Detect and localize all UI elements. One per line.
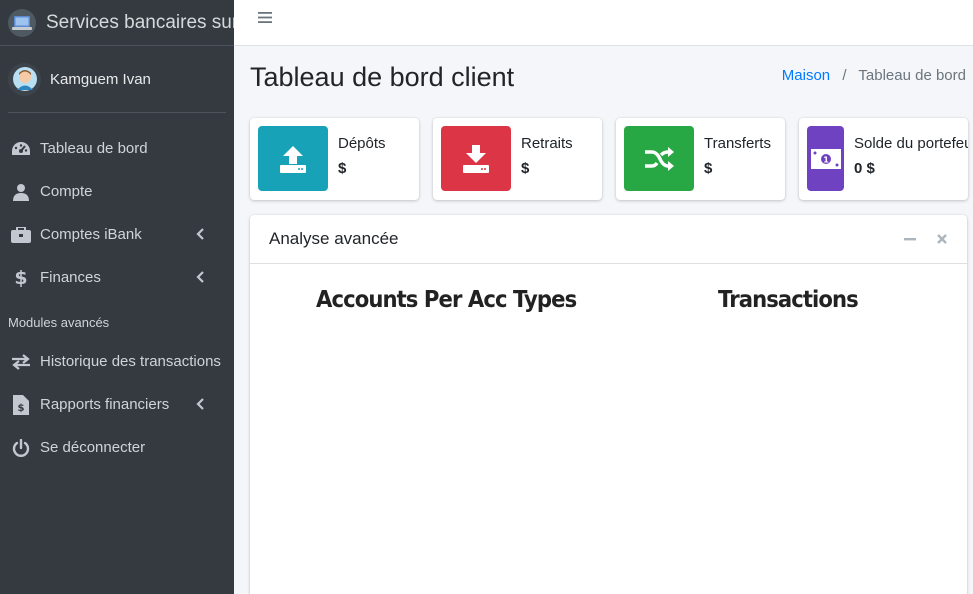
info-box-transfers[interactable]: Transferts $ [616, 118, 785, 200]
info-box-label: Dépôts [338, 135, 386, 152]
sidebar-item-finances[interactable]: $ Finances [0, 256, 234, 299]
top-navbar [234, 0, 973, 46]
info-box-value: $ [704, 160, 713, 177]
briefcase-icon [10, 224, 32, 246]
sidebar-item-label: Rapports financiers [40, 396, 170, 413]
user-icon [10, 181, 32, 203]
sidebar-item-transaction-history[interactable]: Historique des transactions [0, 340, 234, 383]
sidebar-item-label: Compte [40, 183, 93, 200]
user-avatar-icon [12, 67, 37, 91]
advanced-analysis-card: Analyse avancée Accounts Per Acc Types T… [250, 215, 967, 594]
menu-toggle-icon[interactable] [258, 11, 272, 29]
info-box-deposits[interactable]: Dépôts $ [250, 118, 419, 200]
collapse-icon[interactable] [903, 232, 917, 250]
user-panel[interactable]: Kamguem Ivan [8, 46, 226, 113]
dollar-icon: $ [14, 266, 28, 289]
breadcrumb-current: Tableau de bord [858, 67, 966, 84]
info-box-value: $ [338, 160, 347, 177]
chevron-left-icon[interactable] [196, 270, 204, 287]
exchange-icon [10, 351, 32, 373]
sidebar-item-dashboard[interactable]: Tableau de bord [0, 127, 234, 170]
tachometer-icon [10, 138, 32, 160]
avatar [8, 62, 41, 96]
breadcrumb-home-link[interactable]: Maison [782, 67, 830, 84]
sidebar-section-header: Modules avancés [8, 315, 110, 330]
sidebar-item-ibank-accounts[interactable]: Comptes iBank [0, 213, 234, 256]
money-bill-icon: 1 [807, 126, 844, 191]
brand-title: Services bancaires sur I [46, 11, 234, 33]
sidebar-item-label: Finances [40, 269, 101, 286]
info-box-value: 0 $ [854, 160, 875, 177]
svg-text:1: 1 [823, 155, 829, 164]
chart-title-accounts-per-type: Accounts Per Acc Types [316, 287, 577, 313]
sidebar-item-account[interactable]: Compte [0, 170, 234, 213]
info-box-wallet-balance[interactable]: 1 Solde du portefeuille 0 $ [799, 118, 968, 200]
card-title: Analyse avancée [269, 229, 399, 248]
breadcrumb: Maison / Tableau de bord [782, 67, 966, 84]
info-box-value: $ [521, 160, 530, 177]
sidebar-item-label: Historique des transactions [40, 353, 221, 370]
file-invoice-dollar-icon: $ [10, 394, 32, 416]
info-box-withdrawals[interactable]: Retraits $ [433, 118, 602, 200]
sidebar-nav: Tableau de bord Compte Comptes iBank $ F… [0, 113, 234, 469]
info-box-label: Solde du portefeuille [854, 135, 968, 152]
sidebar-item-label: Tableau de bord [40, 140, 148, 157]
chevron-left-icon[interactable] [196, 227, 204, 244]
upload-icon [258, 126, 328, 191]
sidebar-item-label: Comptes iBank [40, 226, 142, 243]
close-icon[interactable] [936, 232, 948, 250]
sidebar-item-logout[interactable]: Se déconnecter [0, 426, 234, 469]
brand-link[interactable]: Services bancaires sur I [0, 0, 234, 46]
chevron-left-icon[interactable] [196, 397, 204, 414]
breadcrumb-separator: / [842, 67, 847, 84]
download-icon [441, 126, 511, 191]
chart-title-transactions: Transactions [718, 287, 859, 313]
laptop-logo-icon [8, 8, 36, 37]
user-name[interactable]: Kamguem Ivan [50, 71, 151, 88]
sidebar-item-label: Se déconnecter [40, 439, 146, 456]
info-box-label: Retraits [521, 135, 573, 152]
random-icon [624, 126, 694, 191]
page-title: Tableau de bord client [250, 62, 515, 92]
sidebar: Services bancaires sur I Kamguem Ivan Ta… [0, 0, 234, 594]
power-off-icon [10, 437, 32, 459]
sidebar-item-financial-reports[interactable]: $ Rapports financiers [0, 383, 234, 426]
svg-text:$: $ [18, 403, 25, 414]
card-header: Analyse avancée [250, 215, 967, 264]
info-box-label: Transferts [704, 135, 771, 152]
